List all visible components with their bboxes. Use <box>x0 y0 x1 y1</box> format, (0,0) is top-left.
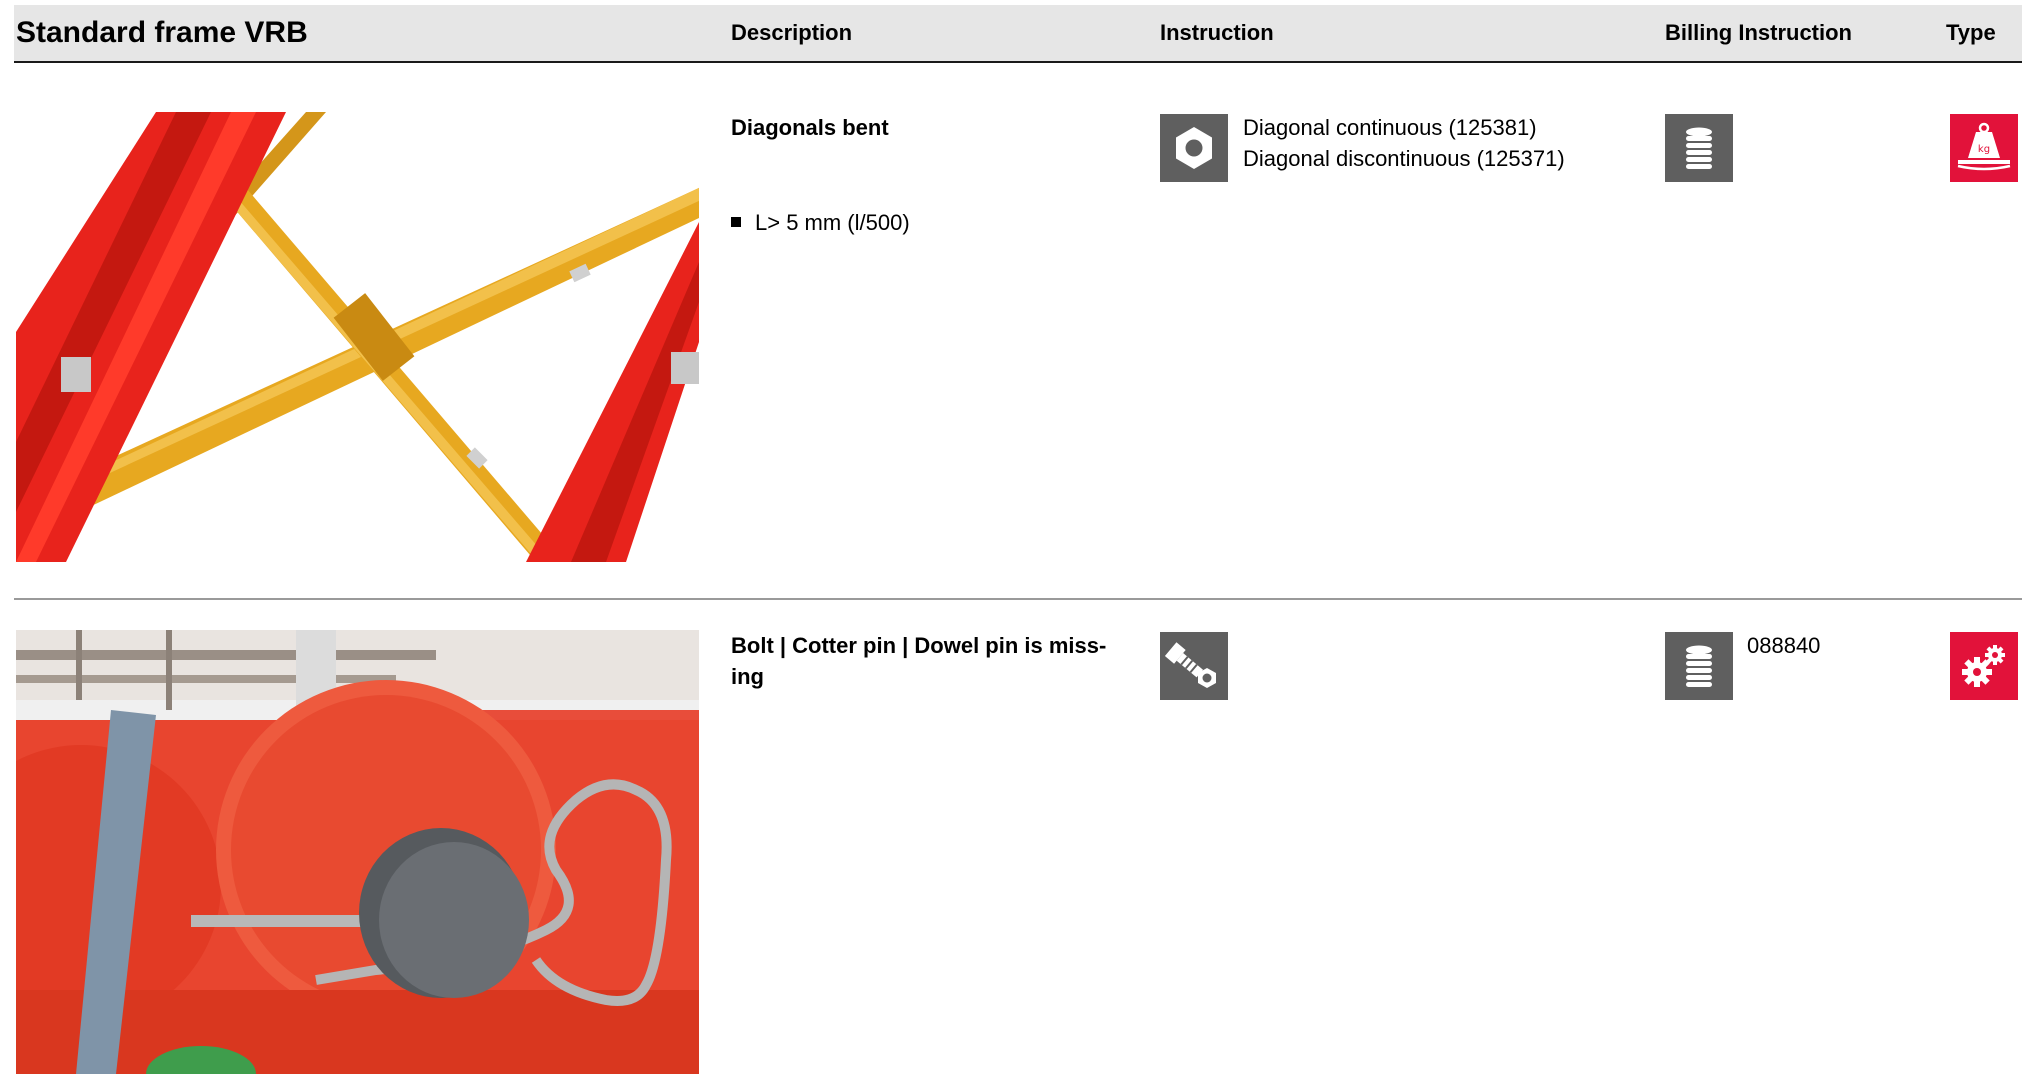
instruction-line: Diagonal discontinuous (125371) <box>1243 146 1565 171</box>
page-title: Standard frame VRB <box>16 16 308 49</box>
column-header-billing-instruction: Billing Instruction <box>1665 20 1852 45</box>
bolt-and-nut-icon <box>1160 632 1228 700</box>
defect-title: Diagonals bent <box>731 115 889 140</box>
instruction-line: Diagonal continuous (125381) <box>1243 115 1537 140</box>
instruction-text: Diagonal continuous (125381) Diagonal di… <box>1243 112 1565 174</box>
table-row: Diagonals bent L> 5 mm (l/500) Diagonal … <box>14 112 2022 567</box>
criteria-text: L> 5 mm (l/500) <box>755 210 910 235</box>
cotter-pin-photo <box>16 630 699 1074</box>
weight-kg-icon: kg <box>1950 114 2018 182</box>
row-divider <box>14 598 2022 600</box>
defect-title: Bolt | Cotter pin | Dowel pin is miss- i… <box>731 630 1151 692</box>
column-header-type: Type <box>1946 20 1996 45</box>
coin-stack-icon <box>1665 632 1733 700</box>
gears-icon <box>1950 632 2018 700</box>
bullet-square-icon <box>731 217 741 228</box>
billing-article-number: 088840 <box>1747 633 1821 658</box>
table-header: Standard frame VRB Description Instructi… <box>14 5 2022 63</box>
svg-text:kg: kg <box>1978 144 1990 155</box>
nut-icon <box>1160 114 1228 182</box>
table-row: Bolt | Cotter pin | Dowel pin is miss- i… <box>14 630 2022 1074</box>
column-header-description: Description <box>731 20 853 45</box>
defect-title-line: Bolt | Cotter pin | Dowel pin is miss- <box>731 633 1107 658</box>
defect-title-line: ing <box>731 664 764 689</box>
criteria-item: L> 5 mm (l/500) <box>731 207 910 238</box>
column-header-instruction: Instruction <box>1160 20 1274 45</box>
diagonal-frame-photo <box>16 112 699 562</box>
coin-stack-icon <box>1665 114 1733 182</box>
